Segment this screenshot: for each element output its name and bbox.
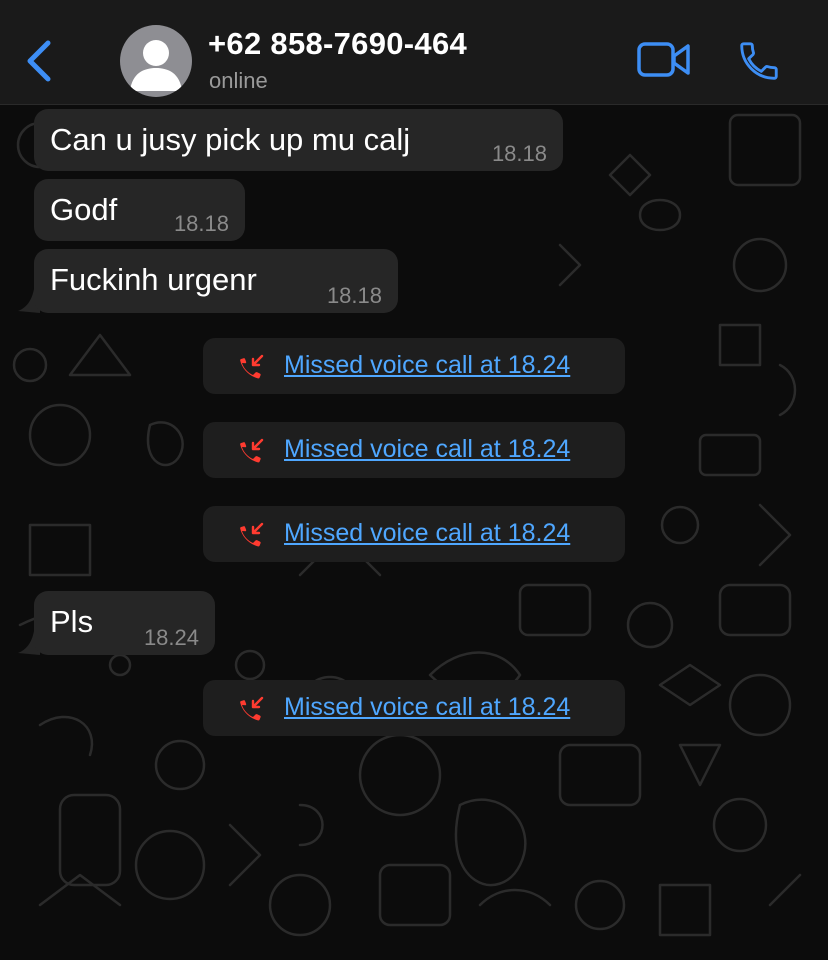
chat-header: +62 858-7690-464 online [0, 0, 828, 105]
message-time: 18.18 [173, 211, 229, 236]
missed-call-link[interactable]: Missed voice call at 18.24 [284, 693, 570, 722]
missed-call-link[interactable]: Missed voice call at 18.24 [284, 351, 570, 380]
missed-call-notice[interactable]: Missed voice call at 18.24 [203, 680, 625, 736]
message-time: 18.18 [491, 141, 547, 166]
message-text: Can u jusy pick up mu calj [50, 122, 411, 157]
phone-icon [740, 42, 778, 80]
missed-call-icon [240, 438, 264, 463]
contact-name[interactable]: +62 858-7690-464 [208, 26, 467, 62]
message-text: Fuckinh urgenr [50, 262, 257, 297]
message-bubble[interactable]: Fuckinh urgenr 18.18 [34, 249, 398, 313]
video-call-button[interactable] [636, 40, 692, 80]
voice-call-button[interactable] [736, 38, 782, 84]
message-bubble[interactable]: Can u jusy pick up mu calj 18.18 [34, 109, 563, 171]
avatar[interactable] [120, 25, 192, 97]
chat-area[interactable]: Can u jusy pick up mu calj 18.18 Godf 18… [0, 105, 828, 960]
missed-call-link[interactable]: Missed voice call at 18.24 [284, 435, 570, 464]
back-button[interactable] [20, 36, 60, 86]
missed-call-link[interactable]: Missed voice call at 18.24 [284, 519, 570, 548]
contact-status: online [209, 68, 268, 93]
missed-call-icon [240, 696, 264, 721]
video-camera-icon [637, 42, 690, 77]
missed-call-notice[interactable]: Missed voice call at 18.24 [203, 338, 625, 394]
message-text: Godf [50, 192, 118, 227]
message-text: Pls [50, 604, 94, 639]
missed-call-notice[interactable]: Missed voice call at 18.24 [203, 422, 625, 478]
message-bubble[interactable]: Godf 18.18 [34, 179, 245, 241]
missed-call-icon [240, 522, 264, 547]
chevron-left-icon [27, 40, 51, 82]
missed-call-notice[interactable]: Missed voice call at 18.24 [203, 506, 625, 562]
message-bubble[interactable]: Pls 18.24 [34, 591, 215, 655]
message-time: 18.24 [143, 625, 199, 650]
message-time: 18.18 [326, 283, 382, 308]
person-icon [130, 40, 182, 91]
missed-call-icon [240, 354, 264, 379]
